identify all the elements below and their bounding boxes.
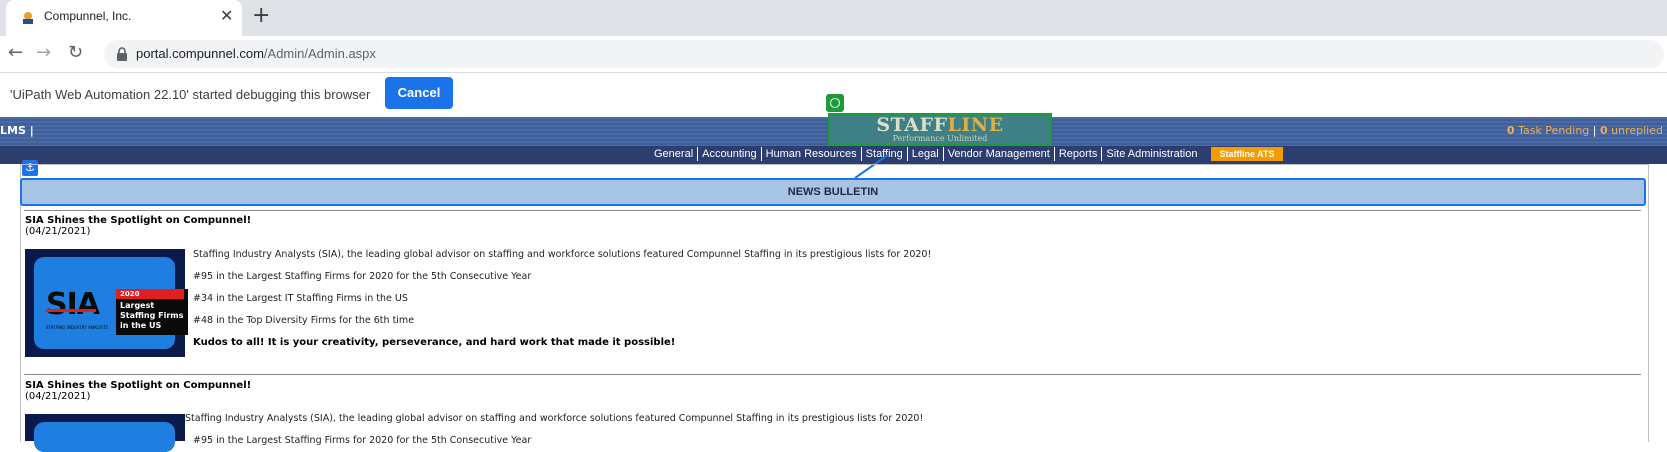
tab-title: Compunnel, Inc. [44, 9, 132, 23]
lms-link[interactable]: LMS | [0, 124, 34, 137]
divider [24, 374, 1641, 375]
article-title: SIA Shines the Spotlight on Compunnel! [25, 380, 252, 391]
nav-human-resources[interactable]: Human Resources [762, 147, 862, 161]
article-text: #95 in the Largest Staffing Firms for 20… [193, 271, 532, 282]
nav-general[interactable]: General [650, 147, 699, 161]
forward-icon[interactable]: → [36, 42, 51, 63]
article-text: #48 in the Top Diversity Firms for the 6… [193, 315, 415, 326]
article-text: Staffing Industry Analysts (SIA), the le… [193, 249, 932, 260]
nav-vendor-management[interactable]: Vendor Management [944, 147, 1055, 161]
main-nav: General Accounting Human Resources Staff… [0, 146, 1667, 164]
lock-icon [117, 47, 127, 61]
nav-accounting[interactable]: Accounting [698, 147, 762, 161]
nav-legal[interactable]: Legal [908, 147, 944, 161]
url-text: portal.compunnel.com/Admin/Admin.aspx [136, 46, 376, 61]
article-text: #34 in the Largest IT Staffing Firms in … [193, 293, 408, 304]
nav-site-administration[interactable]: Site Administration [1102, 147, 1201, 161]
infobar-message: 'UiPath Web Automation 22.10' started de… [10, 87, 371, 102]
task-pending-link[interactable]: Task Pending [1515, 124, 1589, 137]
unreplied-count[interactable]: 0 [1600, 124, 1608, 137]
back-icon[interactable]: ← [8, 42, 23, 63]
nav-reports[interactable]: Reports [1055, 147, 1103, 161]
unreplied-link[interactable]: unreplied [1608, 124, 1663, 137]
sia-logo-text: SIA [46, 287, 100, 322]
compunnel-favicon-icon [23, 12, 33, 24]
article-text: Staffing Industry Analysts (SIA), the le… [185, 413, 924, 424]
tab-close-icon[interactable]: ✕ [220, 6, 233, 25]
sia-award-image: SIA STAFFING INDUSTRY ANALYSTS 2020 Larg… [25, 249, 188, 357]
article-date: (04/21/2021) [25, 226, 91, 237]
article-title: SIA Shines the Spotlight on Compunnel! [25, 215, 252, 226]
divider [24, 210, 1641, 211]
article-kudos: Kudos to all! It is your creativity, per… [193, 337, 676, 348]
cancel-button[interactable]: Cancel [385, 77, 453, 109]
browser-tab[interactable]: Compunnel, Inc. ✕ [6, 0, 242, 36]
article-date: (04/21/2021) [25, 391, 91, 402]
task-count[interactable]: 0 [1507, 124, 1515, 137]
browser-toolbar: ← → ↻ portal.compunnel.com/Admin/Admin.a… [0, 36, 1667, 73]
header-status-links: 0 Task Pending | 0 unreplied [1506, 124, 1663, 137]
target-icon[interactable] [826, 94, 844, 112]
address-bar[interactable]: portal.compunnel.com/Admin/Admin.aspx [104, 40, 1664, 68]
tab-strip: Compunnel, Inc. ✕ + [0, 0, 1667, 36]
nav-staffing[interactable]: Staffing [862, 147, 908, 161]
staffline-logo[interactable]: STAFFLINE Performance Unlimited [828, 113, 1052, 146]
reload-icon[interactable]: ↻ [68, 42, 83, 63]
award-badge: 2020 Largest Staffing Firms in the US [116, 289, 188, 335]
new-tab-icon[interactable]: + [252, 3, 270, 28]
news-bulletin-header: NEWS BULLETIN [20, 178, 1646, 206]
sia-award-image [25, 414, 185, 452]
staffline-ats-button[interactable]: Staffline ATS [1211, 147, 1283, 161]
